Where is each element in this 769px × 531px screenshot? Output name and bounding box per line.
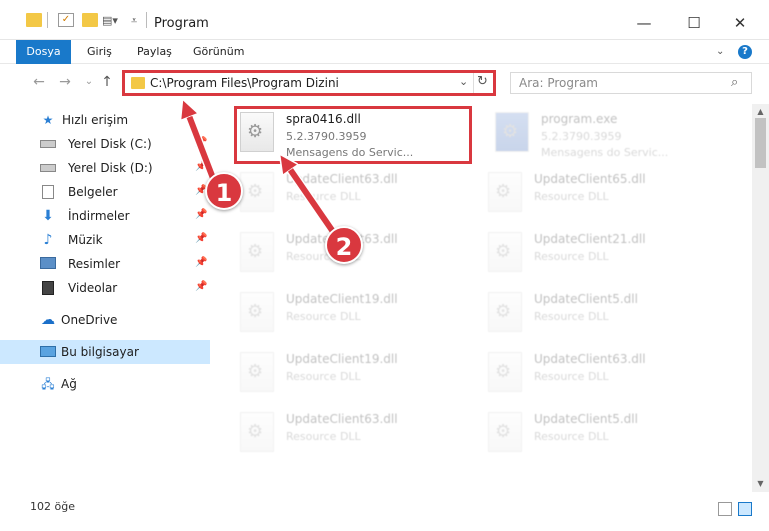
step-badge-2: 2 bbox=[325, 226, 363, 264]
details-view-icon[interactable] bbox=[718, 502, 732, 516]
scroll-up-icon[interactable]: ▲ bbox=[755, 106, 766, 117]
scroll-down-icon[interactable]: ▼ bbox=[755, 478, 766, 489]
status-bar: 102 öğe bbox=[0, 492, 769, 531]
annotation-arrows bbox=[0, 0, 340, 239]
scroll-thumb[interactable] bbox=[755, 118, 766, 168]
arrow-1 bbox=[186, 108, 219, 188]
item-count: 102 öğe bbox=[30, 500, 75, 513]
step-badge-1: 1 bbox=[205, 172, 243, 210]
arrow-2 bbox=[285, 162, 339, 238]
vertical-scrollbar[interactable]: ▲ ▼ bbox=[752, 104, 769, 492]
tiles-view-icon[interactable] bbox=[738, 502, 752, 516]
